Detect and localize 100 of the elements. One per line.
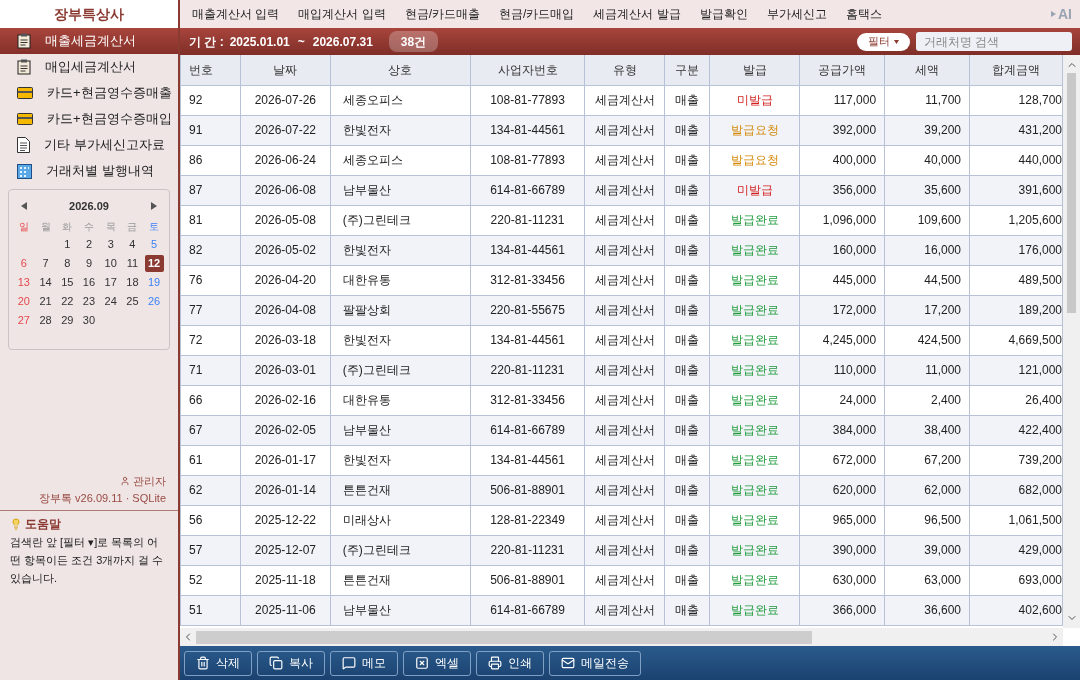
calendar-day[interactable]: 14 — [36, 273, 56, 291]
menu-item[interactable]: 홈택스 — [845, 5, 882, 23]
menu-item[interactable]: 매출계산서 입력 — [192, 5, 280, 23]
table-cell: 매출 — [664, 565, 710, 595]
period-end: 2026.07.31 — [312, 33, 373, 51]
calendar-day[interactable]: 18 — [122, 273, 142, 291]
column-header[interactable]: 유형 — [584, 55, 665, 85]
table-cell: 매출 — [664, 415, 710, 445]
table-cell: 한빛전자 — [330, 235, 471, 265]
table-cell: 620,000 — [799, 475, 885, 505]
period-separator: ~ — [297, 33, 305, 51]
table-cell: 39,200 — [884, 115, 970, 145]
table-cell: 한빛전자 — [330, 325, 471, 355]
table-cell: 세금계산서 — [584, 355, 665, 385]
weekday-label: 금 — [126, 219, 139, 234]
menu-item[interactable]: 매입계산서 입력 — [298, 5, 386, 23]
clipboard-icon — [17, 59, 31, 75]
table-cell: 세금계산서 — [584, 205, 665, 235]
table-cell: 62 — [180, 475, 241, 505]
table-cell: 51 — [180, 595, 241, 625]
table-cell: 세금계산서 — [584, 595, 665, 625]
table-cell: 매출 — [664, 535, 710, 565]
column-header[interactable]: 상호 — [330, 55, 471, 85]
column-header[interactable]: 날짜 — [240, 55, 331, 85]
calendar-day[interactable]: 24 — [101, 292, 121, 310]
column-header[interactable]: 세액 — [884, 55, 970, 85]
action-button[interactable]: 인쇄 — [476, 650, 544, 676]
action-button[interactable]: 삭제 — [184, 650, 252, 676]
weekday-label: 수 — [83, 219, 95, 234]
table-cell: 세금계산서 — [584, 115, 665, 145]
calendar-day[interactable]: 10 — [101, 254, 121, 272]
column-header[interactable]: 구분 — [664, 55, 710, 85]
table-cell: 57 — [180, 535, 241, 565]
search-field[interactable]: 거래처명 검색 — [916, 32, 1072, 51]
sidebar-item[interactable]: 매출세금계산서 — [0, 28, 178, 54]
calendar-day[interactable]: 28 — [36, 311, 56, 329]
table-cell: 92 — [180, 85, 241, 115]
table-cell: 67,200 — [884, 445, 970, 475]
sidebar-item[interactable]: 거래처별 발행내역 — [0, 158, 178, 184]
action-button[interactable]: 메모 — [330, 650, 398, 676]
table-cell: 109,600 — [884, 205, 970, 235]
table-cell: 2026-02-16 — [240, 385, 331, 415]
calendar-day[interactable]: 9 — [79, 254, 99, 272]
calendar-day[interactable]: 25 — [122, 292, 142, 310]
vertical-scrollbar[interactable] — [1063, 55, 1080, 628]
sidebar-item[interactable]: 카드+현금영수증매출 — [0, 80, 178, 106]
table-cell: 614-81-66789 — [470, 175, 585, 205]
horizontal-scrollbar[interactable] — [180, 628, 1063, 646]
previous-month-icon[interactable] — [21, 202, 27, 211]
table-cell: 312-81-33456 — [470, 385, 585, 415]
table-cell: 세금계산서 — [584, 415, 665, 445]
table-cell: 한빛전자 — [330, 445, 471, 475]
calendar-day[interactable]: 21 — [36, 292, 56, 310]
sidebar-item[interactable]: 카드+현금영수증매입 — [0, 106, 178, 132]
calendar-day[interactable]: 1 — [57, 235, 77, 253]
menu-item[interactable]: 부가세신고 — [766, 5, 827, 23]
table-cell: 445,000 — [799, 265, 885, 295]
action-button[interactable]: 복사 — [257, 650, 325, 676]
calendar-day[interactable]: 3 — [101, 235, 121, 253]
calendar-day[interactable]: 12 — [144, 254, 164, 272]
calendar-day[interactable]: 17 — [101, 273, 121, 291]
sidebar-item[interactable]: 매입세금계산서 — [0, 54, 178, 80]
table-cell: 86 — [180, 145, 241, 175]
column-header[interactable]: 공급가액 — [799, 55, 885, 85]
calendar-day[interactable]: 7 — [36, 254, 56, 272]
table-cell: 17,200 — [884, 295, 970, 325]
calendar-day[interactable]: 22 — [57, 292, 77, 310]
calendar-day[interactable]: 15 — [57, 273, 77, 291]
menu-item[interactable]: 발급확인 — [699, 5, 748, 23]
calendar-day[interactable]: 2 — [79, 235, 99, 253]
status-cell: 발급요청 — [709, 145, 800, 175]
table-cell: 11,000 — [884, 355, 970, 385]
table-cell: 24,000 — [799, 385, 885, 415]
status-cell: 발급완료 — [709, 505, 800, 535]
calendar-day[interactable]: 29 — [57, 311, 77, 329]
filter-button[interactable]: 필터 — [857, 32, 910, 51]
calendar-day[interactable]: 16 — [79, 273, 99, 291]
table-cell: 튼튼건재 — [330, 475, 471, 505]
calendar-day[interactable]: 4 — [122, 235, 142, 253]
table-cell: 매출 — [664, 505, 710, 535]
column-header[interactable]: 사업자번호 — [470, 55, 585, 85]
card-icon — [17, 87, 33, 99]
menu-item[interactable]: 현금/카드매출 — [404, 5, 481, 23]
table-cell: 489,500 — [969, 265, 1063, 295]
action-button[interactable]: 메일전송 — [549, 650, 641, 676]
column-header[interactable]: 합계금액 — [969, 55, 1063, 85]
next-month-icon[interactable] — [151, 202, 157, 211]
menu-item[interactable]: 세금계산서 발급 — [593, 5, 681, 23]
sidebar-item[interactable]: 기타 부가세신고자료 — [0, 132, 178, 158]
action-button[interactable]: 엑셀 — [403, 650, 471, 676]
calendar-day[interactable]: 23 — [79, 292, 99, 310]
calendar-day[interactable]: 30 — [79, 311, 99, 329]
menu-item[interactable]: 현금/카드매입 — [499, 5, 575, 23]
scrollbar-thumb[interactable] — [196, 630, 812, 644]
scrollbar-thumb[interactable] — [1067, 73, 1076, 313]
calendar-day[interactable]: 8 — [57, 254, 77, 272]
column-header[interactable]: 발급 — [709, 55, 800, 85]
calendar-day[interactable]: 11 — [122, 254, 142, 272]
table-cell: 128,700 — [969, 85, 1063, 115]
column-header[interactable]: 번호 — [180, 55, 241, 85]
